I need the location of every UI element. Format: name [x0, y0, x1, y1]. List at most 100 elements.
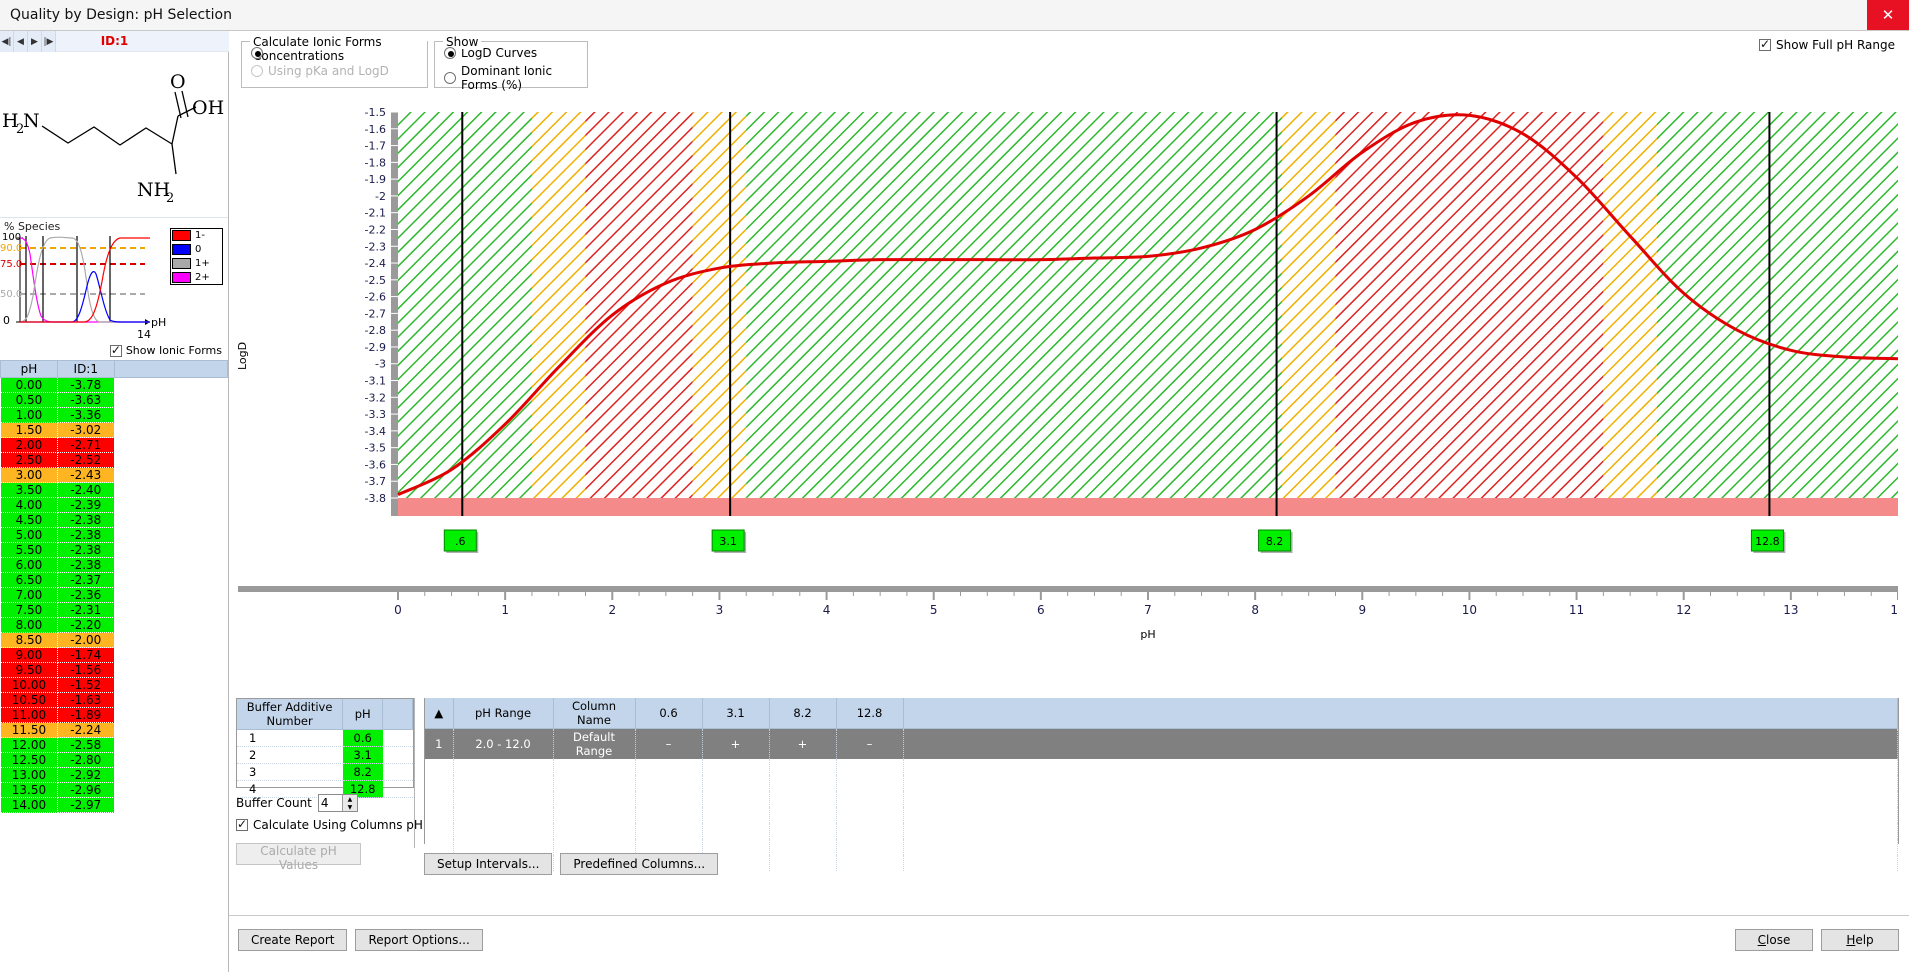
show-full-ph-range-checkbox[interactable]: Show Full pH Range [1759, 38, 1895, 52]
cell-blank [114, 723, 227, 738]
table-row[interactable]: 6.00-2.38 [1, 558, 228, 573]
radio-label: Using pKa and LogD [268, 64, 389, 78]
close-button[interactable]: Close [1735, 929, 1813, 951]
svg-text:3.1: 3.1 [719, 535, 737, 548]
cell-logd: -2.38 [57, 558, 114, 573]
cell-buffer-128: – [836, 729, 903, 760]
table-row[interactable]: 7.50-2.31 [1, 603, 228, 618]
table-row[interactable]: 8.50-2.00 [1, 633, 228, 648]
show-ionic-forms-checkbox[interactable]: Show Ionic Forms [110, 344, 222, 357]
table-row[interactable]: 0.50-3.63 [1, 393, 228, 408]
table-row-empty [425, 823, 1898, 839]
window-close-button[interactable]: ✕ [1867, 0, 1909, 30]
radio-icon [444, 47, 456, 59]
calculate-ph-values-button[interactable]: Calculate pH Values [236, 843, 361, 865]
ph-logd-table[interactable]: pH ID:1 0.00-3.780.50-3.631.00-3.361.50-… [0, 360, 228, 972]
cell-logd: -2.71 [57, 438, 114, 453]
column-header-buffer-number[interactable]: Buffer Additive Number [237, 699, 343, 730]
svg-text:11: 11 [1569, 603, 1584, 617]
table-row[interactable]: 13.00-2.92 [1, 768, 228, 783]
cell-index: 1 [425, 729, 453, 760]
column-header-buffer-31[interactable]: 3.1 [702, 698, 769, 729]
table-row[interactable]: 1.50-3.02 [1, 423, 228, 438]
checkbox-icon [1759, 39, 1771, 51]
table-row[interactable]: 4.00-2.39 [1, 498, 228, 513]
column-header-id1[interactable]: ID:1 [57, 361, 114, 378]
table-row[interactable]: 10.00-1.52 [1, 678, 228, 693]
table-row[interactable]: 10.50-1.63 [1, 693, 228, 708]
table-row[interactable]: 11.00-1.89 [1, 708, 228, 723]
cell-ph: 10.50 [1, 693, 58, 708]
column-header-ph[interactable]: pH [1, 361, 58, 378]
table-row[interactable]: 9.00-1.74 [1, 648, 228, 663]
buffer-additive-table[interactable]: Buffer Additive Number pH 10.623.138.241… [236, 698, 414, 788]
column-header-ph-range[interactable]: pH Range [453, 698, 553, 729]
table-row[interactable]: 8.00-2.20 [1, 618, 228, 633]
logd-plot-svg[interactable]: -1.5-1.6-1.7-1.8-1.9-2-2.1-2.2-2.3-2.4-2… [238, 100, 1898, 690]
species-y-90: 90.0 [0, 243, 22, 254]
cell-ph: 3.00 [1, 468, 58, 483]
predefined-columns-button[interactable]: Predefined Columns... [560, 853, 718, 875]
buffer-count-input[interactable] [319, 795, 342, 811]
column-header-buffer-128[interactable]: 12.8 [836, 698, 903, 729]
svg-text:-3.4: -3.4 [365, 425, 386, 438]
spinner-arrows[interactable]: ▲ ▼ [342, 795, 357, 811]
svg-text:-1.8: -1.8 [365, 156, 386, 169]
table-row[interactable]: 13.50-2.96 [1, 783, 228, 798]
table-row[interactable]: 0.00-3.78 [1, 378, 228, 393]
svg-text:-3.5: -3.5 [365, 442, 386, 455]
table-row[interactable]: 3.00-2.43 [1, 468, 228, 483]
setup-intervals-button[interactable]: Setup Intervals... [424, 853, 552, 875]
table-row[interactable]: 9.50-1.56 [1, 663, 228, 678]
table-row[interactable]: 14.00-2.97 [1, 798, 228, 813]
table-row[interactable]: 4.50-2.38 [1, 513, 228, 528]
cell-logd: -3.78 [57, 378, 114, 393]
window-title: Quality by Design: pH Selection [0, 7, 232, 23]
help-button[interactable]: Help [1821, 929, 1899, 951]
table-row[interactable]: 38.2 [237, 764, 413, 781]
svg-text:2: 2 [608, 603, 616, 617]
table-row[interactable]: 2.00-2.71 [1, 438, 228, 453]
svg-text:-3.3: -3.3 [365, 408, 386, 421]
table-row[interactable]: 2.50-2.52 [1, 453, 228, 468]
spinner-down-icon[interactable]: ▼ [342, 803, 357, 811]
column-header-column-name[interactable]: Column Name [553, 698, 635, 729]
cell-blank [383, 781, 413, 798]
table-row[interactable]: 23.1 [237, 747, 413, 764]
report-options-button[interactable]: Report Options... [355, 929, 482, 951]
column-header-buffer-ph[interactable]: pH [343, 699, 383, 730]
cell-buffer-ph: 0.6 [343, 730, 383, 747]
table-row[interactable]: 12.50-2.80 [1, 753, 228, 768]
table-row[interactable]: 12.0 - 12.0Default Range–++– [425, 729, 1898, 760]
table-row[interactable]: 1.00-3.36 [1, 408, 228, 423]
column-header-buffer-06[interactable]: 0.6 [635, 698, 702, 729]
percent-species-panel: % Species 100 90.0 75.0 50.0 [0, 217, 228, 359]
table-row[interactable]: 3.50-2.40 [1, 483, 228, 498]
cell-ph: 5.00 [1, 528, 58, 543]
cell-blank [114, 768, 227, 783]
svg-text:1: 1 [501, 603, 509, 617]
ph-range-columns-table[interactable]: ▲ pH Range Column Name 0.6 3.1 8.2 12.8 … [424, 698, 1899, 844]
molecule-structure-diagram: H 2 N O OH NH 2 [0, 52, 228, 217]
cell-logd: -2.58 [57, 738, 114, 753]
cell-ph: 2.50 [1, 453, 58, 468]
spinner-up-icon[interactable]: ▲ [342, 795, 357, 803]
create-report-button[interactable]: Create Report [238, 929, 347, 951]
buffer-count-stepper[interactable]: ▲ ▼ [318, 794, 358, 812]
svg-text:-2: -2 [375, 190, 386, 203]
logd-chart: LogD -1.5-1.6-1.7-1.8-1.9-2-2.1-2.2-2.3-… [238, 100, 1898, 690]
column-header-blank [114, 361, 227, 378]
table-row[interactable]: 6.50-2.37 [1, 573, 228, 588]
table-row[interactable]: 5.50-2.38 [1, 543, 228, 558]
cell-ph: 1.00 [1, 408, 58, 423]
table-row[interactable]: 11.50-2.24 [1, 723, 228, 738]
radio-dominant-ionic-forms[interactable]: Dominant Ionic Forms (%) [444, 64, 587, 92]
structure-id-label: ID:1 [0, 31, 229, 52]
checkbox-icon [236, 819, 248, 831]
table-row[interactable]: 12.00-2.58 [1, 738, 228, 753]
table-row[interactable]: 10.6 [237, 730, 413, 747]
column-header-buffer-82[interactable]: 8.2 [769, 698, 836, 729]
column-header-sort-icon[interactable]: ▲ [425, 698, 453, 729]
table-row[interactable]: 7.00-2.36 [1, 588, 228, 603]
table-row[interactable]: 5.00-2.38 [1, 528, 228, 543]
